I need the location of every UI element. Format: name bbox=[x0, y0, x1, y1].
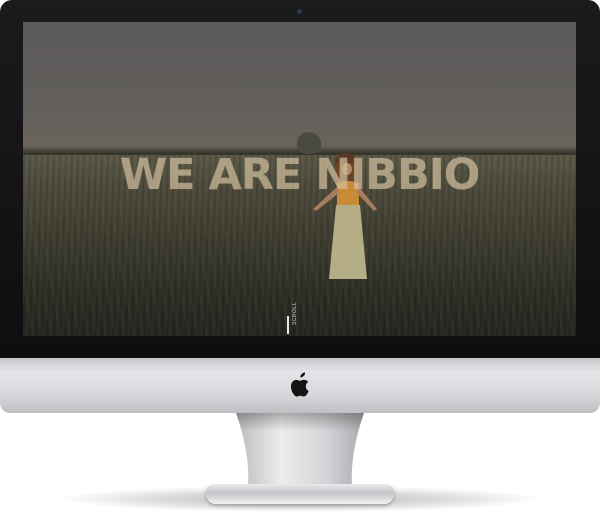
apple-logo-icon bbox=[290, 372, 309, 397]
wheat-texture bbox=[23, 197, 576, 336]
website-screen: WE ARE NIBBIO SCROLL bbox=[23, 22, 576, 336]
monitor-bezel: WE ARE NIBBIO SCROLL bbox=[0, 0, 600, 358]
scroll-line bbox=[287, 316, 289, 334]
monitor-base bbox=[206, 484, 394, 504]
device-mockup: WE ARE NIBBIO SCROLL bbox=[0, 0, 600, 521]
hero-title: WE ARE NIBBIO bbox=[119, 150, 481, 200]
scroll-indicator[interactable]: SCROLL bbox=[286, 302, 298, 336]
camera-icon bbox=[297, 9, 303, 15]
monitor-stand bbox=[236, 413, 364, 485]
scroll-label: SCROLL bbox=[292, 302, 298, 326]
